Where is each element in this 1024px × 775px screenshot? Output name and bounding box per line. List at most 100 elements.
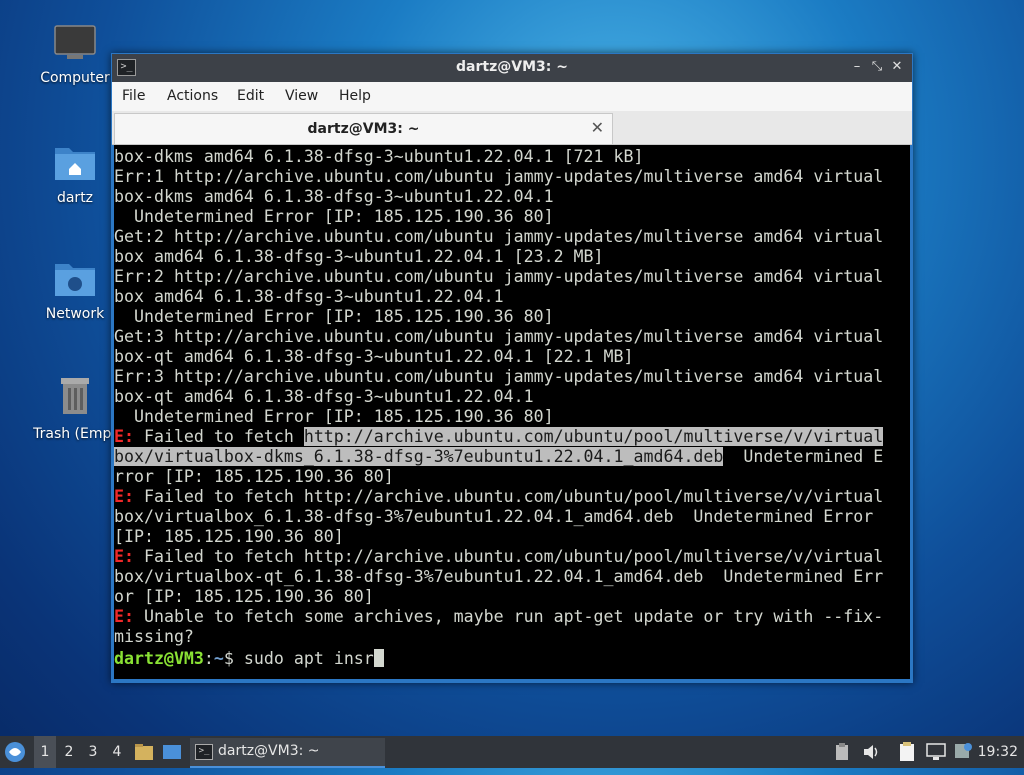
- terminal-text-segment: Undetermined Error [IP: 185.125.190.36 8…: [114, 207, 554, 226]
- terminal-line: or [IP: 185.125.190.36 80]: [114, 587, 910, 607]
- terminal-line: E: Failed to fetch http://archive.ubuntu…: [114, 427, 910, 447]
- clipboard-icon: [836, 743, 848, 760]
- update-notifier-icon: [955, 743, 972, 758]
- error-marker: E:: [114, 607, 134, 626]
- terminal-text-segment: box-dkms amd64 6.1.38-dfsg-3~ubuntu1.22.…: [114, 147, 644, 166]
- file-manager-launcher[interactable]: [134, 736, 156, 768]
- trash-icon: [61, 378, 89, 414]
- desktop-icon: [163, 745, 181, 759]
- terminal-line: E: Unable to fetch some archives, maybe …: [114, 607, 910, 627]
- menu-edit[interactable]: Edit: [237, 88, 264, 104]
- menu-file[interactable]: File: [122, 88, 145, 104]
- desktop-icon-label: Computer: [40, 70, 110, 86]
- terminal-text-segment: or [IP: 185.125.190.36 80]: [114, 587, 374, 606]
- terminal-line: box-qt amd64 6.1.38-dfsg-3~ubuntu1.22.04…: [114, 387, 910, 407]
- terminal-text-segment: Get:3 http://archive.ubuntu.com/ubuntu j…: [114, 327, 884, 346]
- terminal-text-segment: Undetermined Error [IP: 185.125.190.36 8…: [114, 407, 554, 426]
- terminal-line: Undetermined Error [IP: 185.125.190.36 8…: [114, 407, 910, 427]
- terminal-window: >_ dartz@VM3: ~ – ⤡ ✕ File Actions Edit …: [111, 53, 913, 683]
- terminal-line: rror [IP: 185.125.190.36 80]: [114, 467, 910, 487]
- desktop-icon-network[interactable]: Network: [27, 258, 123, 322]
- terminal-line: Err:1 http://archive.ubuntu.com/ubuntu j…: [114, 167, 910, 187]
- prompt-command: sudo apt insr: [233, 649, 374, 668]
- prompt-user-host: dartz@VM3: [114, 649, 204, 668]
- tab-terminal[interactable]: dartz@VM3: ~ ✕: [114, 113, 613, 144]
- clock[interactable]: 19:32: [978, 736, 1018, 768]
- prompt-path: ~: [213, 649, 224, 668]
- terminal-line: box amd64 6.1.38-dfsg-3~ubuntu1.22.04.1: [114, 287, 910, 307]
- terminal-line: Err:2 http://archive.ubuntu.com/ubuntu j…: [114, 267, 910, 287]
- terminal-line: box/virtualbox-dkms_6.1.38-dfsg-3%7eubun…: [114, 447, 910, 467]
- terminal-line: Get:3 http://archive.ubuntu.com/ubuntu j…: [114, 327, 910, 347]
- close-icon[interactable]: ✕: [888, 58, 906, 76]
- terminal-line: box amd64 6.1.38-dfsg-3~ubuntu1.22.04.1 …: [114, 247, 910, 267]
- workspace-2[interactable]: 2: [58, 736, 80, 768]
- terminal-text-segment: box-qt amd64 6.1.38-dfsg-3~ubuntu1.22.04…: [114, 387, 534, 406]
- file-manager-icon: [135, 744, 153, 760]
- terminal-text-segment: Err:2 http://archive.ubuntu.com/ubuntu j…: [114, 267, 884, 286]
- desktop-icon-home-folder[interactable]: dartz: [27, 142, 123, 206]
- desktop-icon-trash[interactable]: Trash (Empt: [27, 374, 123, 442]
- start-menu-icon: [5, 742, 25, 762]
- text-cursor: [373, 649, 384, 667]
- show-desktop-button[interactable]: [162, 736, 184, 768]
- terminal-text-segment: Failed to fetch http://archive.ubuntu.co…: [133, 547, 884, 566]
- network-tray[interactable]: [926, 736, 948, 768]
- clipboard-tray[interactable]: [834, 736, 852, 768]
- terminal-line: [IP: 185.125.190.36 80]: [114, 527, 910, 547]
- terminal-text-segment: box/virtualbox_6.1.38-dfsg-3%7eubuntu1.2…: [114, 507, 874, 526]
- terminal-text-segment: Failed to fetch: [133, 427, 304, 446]
- workspace-3[interactable]: 3: [82, 736, 104, 768]
- speaker-icon: [864, 745, 878, 759]
- terminal-text-segment: box/virtualbox-qt_6.1.38-dfsg-3%7eubuntu…: [114, 567, 884, 586]
- taskbar: 1 2 3 4 >_ dartz@VM3: ~ 19:32: [0, 736, 1024, 768]
- menu-view[interactable]: View: [285, 88, 318, 104]
- terminal-text-segment: Err:1 http://archive.ubuntu.com/ubuntu j…: [114, 167, 884, 186]
- terminal-text-segment: rror [IP: 185.125.190.36 80]: [114, 467, 394, 486]
- taskbar-task-terminal[interactable]: >_ dartz@VM3: ~: [190, 738, 385, 768]
- network-monitor-icon: [926, 743, 946, 760]
- terminal-text-segment: missing?: [114, 627, 194, 646]
- prompt-colon: :: [203, 649, 214, 668]
- volume-tray[interactable]: [862, 736, 882, 768]
- terminal-line: box-dkms amd64 6.1.38-dfsg-3~ubuntu1.22.…: [114, 147, 910, 167]
- app-menu-button[interactable]: [4, 736, 30, 768]
- window-titlebar[interactable]: >_ dartz@VM3: ~ – ⤡ ✕: [112, 54, 912, 82]
- menu-actions[interactable]: Actions: [167, 88, 218, 104]
- error-marker: E:: [114, 427, 134, 446]
- terminal-prompt-line[interactable]: dartz@VM3:~$ sudo apt insr: [114, 647, 910, 669]
- terminal-output[interactable]: box-dkms amd64 6.1.38-dfsg-3~ubuntu1.22.…: [114, 145, 910, 679]
- workspace-1[interactable]: 1: [34, 736, 56, 768]
- terminal-line: Get:2 http://archive.ubuntu.com/ubuntu j…: [114, 227, 910, 247]
- error-marker: E:: [114, 547, 134, 566]
- terminal-line: E: Failed to fetch http://archive.ubuntu…: [114, 487, 910, 507]
- desktop-icon-computer[interactable]: Computer: [27, 24, 123, 86]
- terminal-text-segment: box-qt amd64 6.1.38-dfsg-3~ubuntu1.22.04…: [114, 347, 634, 366]
- desktop-icon-label: dartz: [56, 190, 94, 206]
- maximize-icon[interactable]: ⤡: [868, 58, 886, 76]
- terminal-text-segment: Get:2 http://archive.ubuntu.com/ubuntu j…: [114, 227, 884, 246]
- terminal-line: Err:3 http://archive.ubuntu.com/ubuntu j…: [114, 367, 910, 387]
- prompt-symbol: $: [223, 649, 234, 668]
- terminal-text-segment: Err:3 http://archive.ubuntu.com/ubuntu j…: [114, 367, 884, 386]
- terminal-line: box/virtualbox-qt_6.1.38-dfsg-3%7eubuntu…: [114, 567, 910, 587]
- desktop-icon-label: Network: [45, 306, 105, 322]
- home-folder-icon: [55, 148, 95, 180]
- update-tray[interactable]: [954, 736, 974, 768]
- terminal-text-segment: Unable to fetch some archives, maybe run…: [133, 607, 884, 626]
- task-label: dartz@VM3: ~: [218, 743, 320, 759]
- tab-close-icon[interactable]: ✕: [591, 118, 604, 137]
- menu-bar: File Actions Edit View Help: [112, 82, 912, 111]
- network-folder-icon: [55, 264, 95, 296]
- terminal-text-segment: box-dkms amd64 6.1.38-dfsg-3~ubuntu1.22.…: [114, 187, 554, 206]
- workspace-4[interactable]: 4: [106, 736, 128, 768]
- tab-label: dartz@VM3: ~: [307, 121, 420, 137]
- minimize-icon[interactable]: –: [848, 58, 866, 76]
- terminal-text-segment: Failed to fetch http://archive.ubuntu.co…: [133, 487, 884, 506]
- terminal-text-segment: box amd64 6.1.38-dfsg-3~ubuntu1.22.04.1: [114, 287, 504, 306]
- window-title: dartz@VM3: ~: [456, 59, 568, 75]
- terminal-text-segment: Undetermined Error [IP: 185.125.190.36 8…: [114, 307, 554, 326]
- notes-tray[interactable]: [898, 736, 920, 768]
- desktop-icon-label: Trash (Empt: [33, 426, 117, 442]
- menu-help[interactable]: Help: [339, 88, 371, 104]
